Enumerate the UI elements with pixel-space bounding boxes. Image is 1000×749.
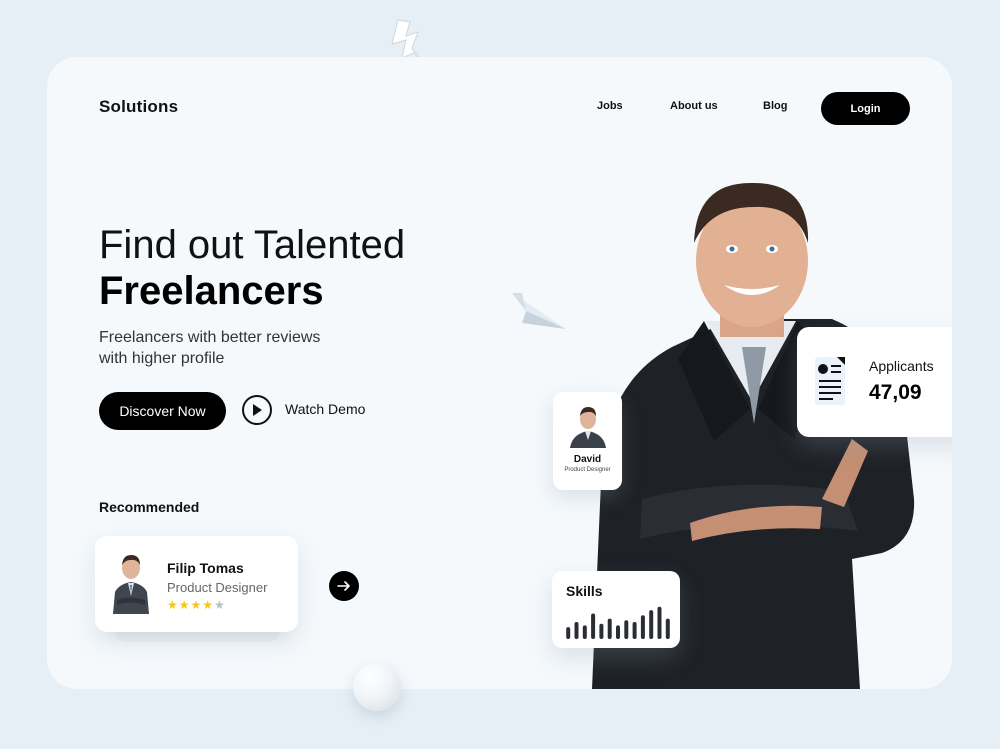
skills-bar-chart — [566, 606, 670, 639]
hero-title-line1: Find out Talented — [99, 223, 406, 267]
skill-bar — [574, 622, 579, 639]
paper-plane-icon — [512, 293, 566, 329]
skill-bar — [640, 615, 645, 639]
applicants-label: Applicants — [869, 358, 934, 374]
star-icon: ★ — [167, 598, 179, 612]
freelancer-name: Filip Tomas — [167, 560, 244, 576]
skill-bar — [665, 618, 670, 639]
watch-demo-link[interactable]: Watch Demo — [285, 401, 365, 417]
skill-bar — [649, 610, 654, 639]
recommended-heading: Recommended — [99, 499, 200, 515]
profile-card[interactable]: David Product Designer — [553, 392, 622, 490]
applicants-card[interactable]: Applicants 47,09 — [797, 327, 952, 437]
skills-card[interactable]: Skills — [552, 571, 680, 648]
avatar — [109, 548, 153, 614]
nav-blog[interactable]: Blog — [763, 100, 787, 112]
recommended-card[interactable]: Filip Tomas Product Designer ★★★★★ — [95, 536, 298, 632]
freelancer-role: Product Designer — [167, 580, 268, 595]
profile-name: David — [573, 454, 602, 465]
star-icon: ★ — [178, 598, 191, 612]
decorative-sphere — [353, 663, 401, 711]
skill-bar — [624, 620, 629, 639]
skill-bar — [657, 606, 662, 639]
hero-subtitle-line2: with higher profile — [99, 350, 225, 367]
discover-now-button[interactable]: Discover Now — [99, 392, 226, 430]
skill-bar — [591, 613, 596, 639]
nav-jobs[interactable]: Jobs — [597, 100, 623, 112]
logo[interactable]: Solutions — [99, 97, 178, 117]
profile-role: Product Designer — [564, 467, 611, 473]
hero-title-line2: Freelancers — [99, 269, 324, 313]
skill-bar — [632, 622, 637, 639]
star-icon: ★ — [190, 598, 203, 612]
avatar — [570, 407, 606, 448]
next-arrow-button[interactable] — [329, 571, 359, 601]
skill-bar — [607, 618, 612, 639]
star-icon: ★ — [202, 598, 215, 612]
hero-subtitle-line1: Freelancers with better reviews — [99, 329, 321, 346]
play-button[interactable] — [242, 395, 272, 425]
landing-card: Solutions Jobs About us Blog Login Find … — [47, 57, 952, 689]
star-icon: ★ — [214, 598, 226, 612]
skill-bar — [582, 625, 587, 639]
applicants-value: 47,09 — [869, 381, 922, 404]
nav-about-us[interactable]: About us — [670, 100, 718, 112]
skill-bar — [566, 627, 571, 639]
hero-subtitle: Freelancers with better reviews with hig… — [99, 327, 320, 369]
skills-label: Skills — [566, 583, 603, 599]
play-icon — [253, 404, 262, 416]
rating-stars: ★★★★★ — [167, 598, 226, 612]
login-button[interactable]: Login — [821, 92, 910, 125]
skill-bar — [599, 623, 604, 639]
document-icon — [815, 357, 845, 405]
skill-bar — [616, 625, 620, 639]
arrow-right-icon — [337, 581, 350, 591]
